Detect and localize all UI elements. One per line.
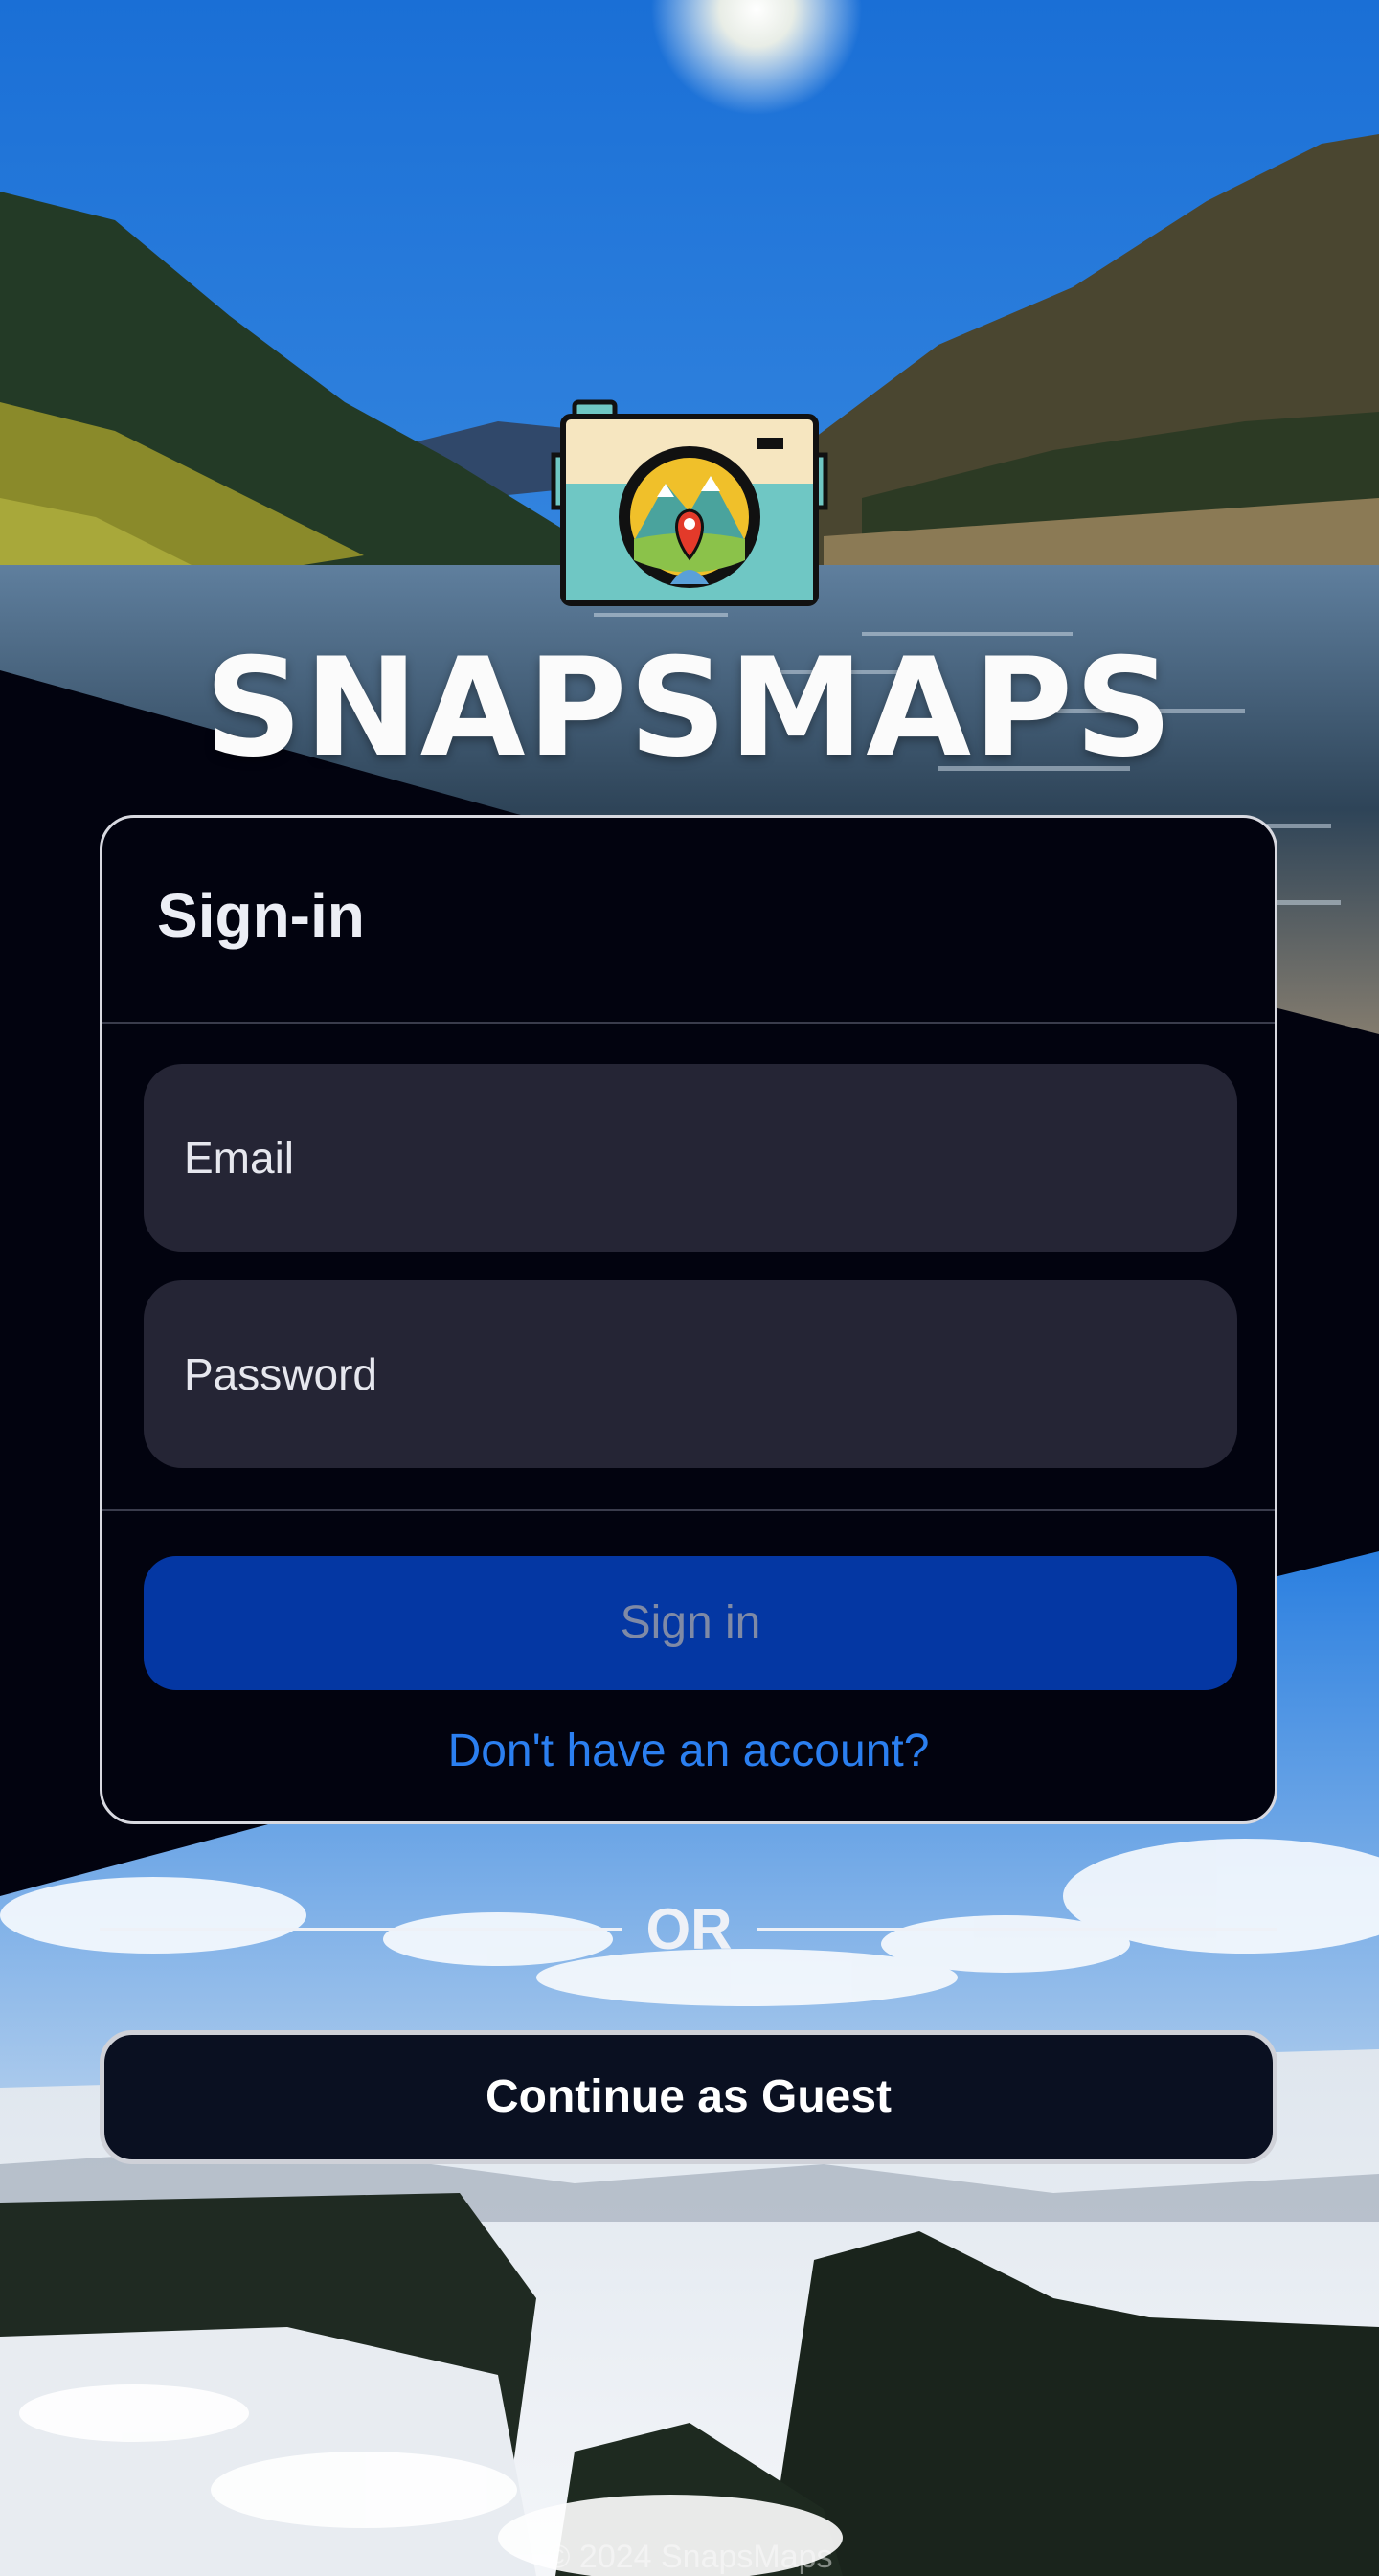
email-field[interactable]: Email: [144, 1064, 1237, 1252]
camera-map-pin-icon: [551, 399, 828, 606]
register-link[interactable]: Don't have an account?: [102, 1718, 1275, 1785]
app-brand-title: SNAPSMAPS: [204, 629, 1175, 787]
signin-page: SNAPSMAPS Sign-in Email Password Sign in…: [0, 0, 1379, 2576]
or-label: OR: [645, 1897, 733, 1961]
footer-text: © 2024 SnapsMaps: [546, 2539, 833, 2575]
or-divider-right: [757, 1928, 1277, 1931]
signin-title: Sign-in: [157, 881, 365, 950]
or-divider-left: [100, 1928, 622, 1931]
password-field[interactable]: Password: [144, 1280, 1237, 1468]
card-divider: [102, 1509, 1275, 1511]
signin-card: Sign-in Email Password Sign in Don't hav…: [100, 815, 1277, 1824]
signin-button[interactable]: Sign in: [144, 1556, 1237, 1690]
continue-as-guest-button[interactable]: Continue as Guest: [100, 2030, 1277, 2164]
